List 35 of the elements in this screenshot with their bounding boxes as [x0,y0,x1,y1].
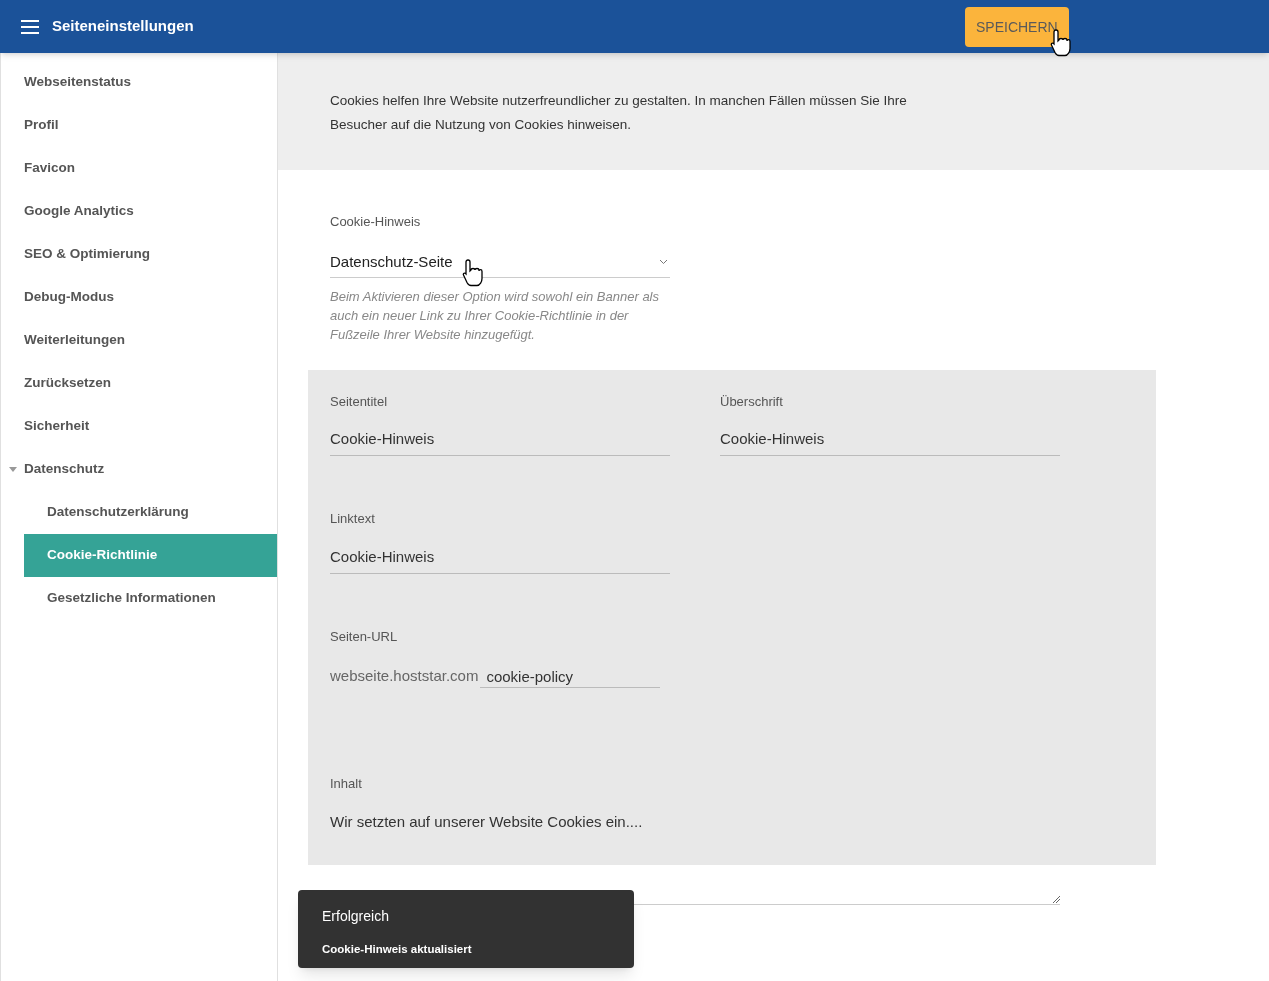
sidebar-item[interactable]: Google Analytics [1,190,277,233]
menu-icon[interactable] [21,19,39,34]
link-text-field[interactable]: Cookie-Hinweis [330,545,670,574]
field-label: Cookie-Hinweis [330,213,421,231]
sidebar-item[interactable]: Zurücksetzen [1,362,277,405]
toast-message: Cookie-Hinweis aktualisiert [322,942,472,957]
help-text: Beim Aktivieren dieser Option wird sowohl ein Banner als auch ein neuer Link zu Ihrer Cookie-Richtlinie in der Fußzeile Ihrer Website hinzugefügt. [330,287,660,344]
caret-down-icon[interactable] [9,467,17,472]
resize-handle-icon [1052,894,1060,903]
url-prefix: webseite.hoststar.com [330,666,479,686]
sidebar-item[interactable]: Datenschutz [1,448,277,491]
content-text: Wir setzten auf unserer Website Cookies ein.... [330,812,643,832]
sidebar-item[interactable]: Sicherheit [1,405,277,448]
sidebar-item[interactable]: Favicon [1,147,277,190]
field-label: Seiten-URL [330,627,398,646]
field-label: Seitentitel [330,392,388,411]
sidebar-item[interactable]: Profil [1,104,277,147]
sidebar-item[interactable]: Debug-Modus [1,276,277,319]
intro-text: Cookies helfen Ihre Website nutzerfreundlicher zu gestalten. In manchen Fällen müssen Sie Ihre Besucher auf die Nutzung von Cookies hinweisen. [330,92,908,134]
chevron-down-icon [659,259,668,265]
sidebar-item[interactable]: SEO & Optimierung [1,233,277,276]
page-title-field[interactable]: Cookie-Hinweis [330,428,670,456]
field-label: Linktext [330,510,375,528]
sidebar-item[interactable]: Datenschutzerklärung [24,491,277,534]
sidebar-item[interactable]: Gesetzliche Informationen [24,577,277,620]
url-slug-field[interactable]: cookie-policy [480,665,661,688]
heading-field[interactable]: Cookie-Hinweis [720,428,1060,456]
toast-title: Erfolgreich [322,907,389,926]
field-label: Überschrift [720,392,783,411]
hand-pointer-icon [462,258,484,288]
save-button[interactable]: SPEICHERN [965,7,1069,47]
sidebar-item[interactable]: Weiterleitungen [1,319,277,362]
page-title: Seiteneinstellungen [52,16,194,37]
sidebar-item[interactable]: Webseitenstatus [1,61,277,104]
field-label: Inhalt [330,774,362,793]
